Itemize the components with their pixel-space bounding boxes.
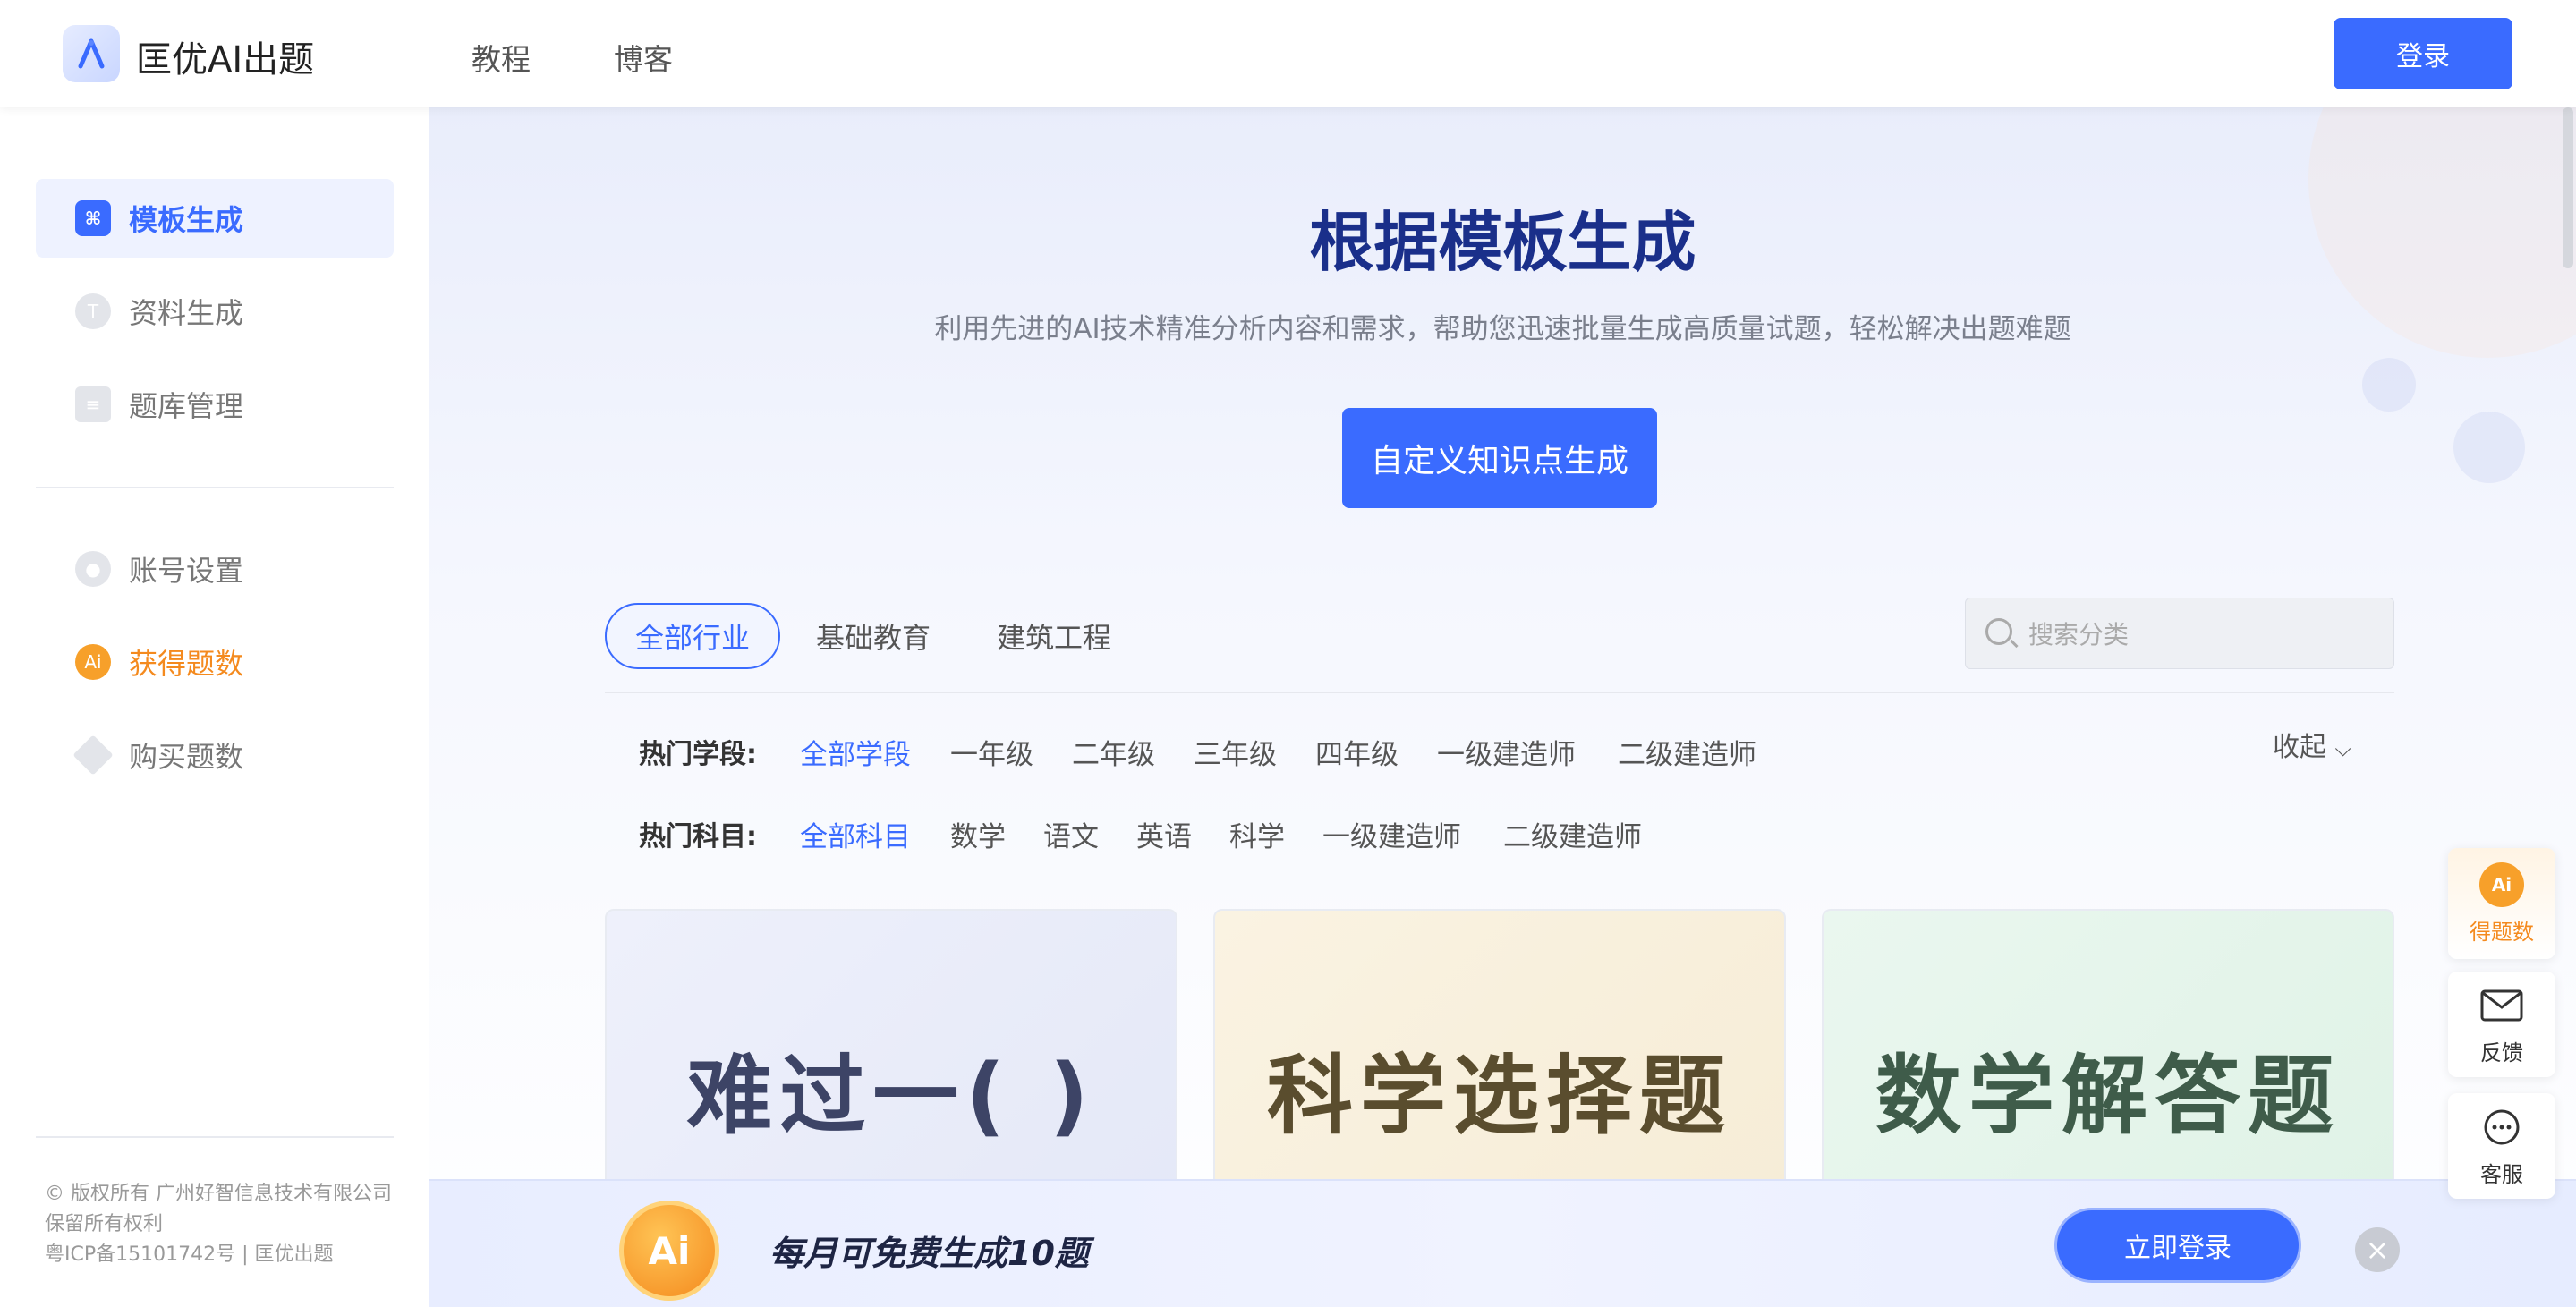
main-content: 根据模板生成 利用先进的AI技术精准分析内容和需求，帮助您迅速批量生成高质量试题… xyxy=(429,107,2576,1307)
rights-text: 保留所有权利 xyxy=(45,1213,164,1235)
nav-blog[interactable]: 博客 xyxy=(614,36,673,79)
search-placeholder: 搜索分类 xyxy=(2028,620,2130,649)
subject-chip[interactable]: 科学 xyxy=(1229,814,1285,854)
nav-tutorial[interactable]: 教程 xyxy=(472,36,531,79)
sidebar-item-buy-questions[interactable]: 购买题数 xyxy=(36,716,394,794)
brand-name[interactable]: 匡优AI出题 xyxy=(136,30,314,82)
login-now-button[interactable]: 立即登录 xyxy=(2054,1208,2301,1283)
subject-chip[interactable]: 英语 xyxy=(1136,814,1192,854)
page-title: 根据模板生成 xyxy=(1309,205,1696,280)
stage-chip[interactable]: 一级建造师 xyxy=(1437,732,1576,772)
sidebar-item-label: 账号设置 xyxy=(129,554,244,588)
card-title: 数学解答题 xyxy=(1875,1045,2341,1146)
promo-banner: Ai 每月可免费生成10题 立即登录 × xyxy=(429,1179,2576,1307)
sidebar-item-label: 购买题数 xyxy=(129,740,244,774)
copyright-text: © 版权所有 广州好智信息技术有限公司 xyxy=(45,1183,392,1205)
stage-chip[interactable]: 三年级 xyxy=(1194,732,1277,772)
diamond-icon xyxy=(72,734,114,776)
card-title: 难过一( ) xyxy=(686,1045,1096,1146)
promo-text: 每月可免费生成10题 xyxy=(769,1234,1089,1273)
sidebar-item-get-questions[interactable]: Ai 获得题数 xyxy=(36,623,394,701)
sidebar-item-template[interactable]: ⌘ 模板生成 xyxy=(36,179,394,258)
sidebar-item-label: 模板生成 xyxy=(129,203,244,237)
ai-coin-icon: Ai xyxy=(619,1201,719,1301)
subject-chip[interactable]: 二级建造师 xyxy=(1503,814,1642,854)
float-support[interactable]: 客服 xyxy=(2448,1093,2555,1199)
chat-icon xyxy=(2479,1105,2524,1150)
stage-chip[interactable]: 全部学段 xyxy=(800,732,911,772)
ai-coin-icon: Ai xyxy=(2479,861,2524,907)
ai-coin-icon: Ai xyxy=(75,644,111,680)
sidebar-item-account[interactable]: ● 账号设置 xyxy=(36,530,394,608)
sidebar-divider xyxy=(36,487,394,488)
stage-chip[interactable]: 四年级 xyxy=(1315,732,1399,772)
decoration xyxy=(2453,412,2525,483)
float-label: 得题数 xyxy=(2470,919,2534,945)
stage-chip[interactable]: 二年级 xyxy=(1072,732,1155,772)
subject-chip[interactable]: 全部科目 xyxy=(800,814,911,854)
sidebar-item-question-bank[interactable]: ≡ 题库管理 xyxy=(36,365,394,444)
card-title: 科学选择题 xyxy=(1267,1045,1732,1146)
scrollbar[interactable] xyxy=(2563,107,2573,268)
close-icon[interactable]: × xyxy=(2355,1227,2400,1272)
sidebar-item-label: 资料生成 xyxy=(129,296,244,330)
sidebar-item-label: 获得题数 xyxy=(129,647,244,681)
tab-basic-education[interactable]: 基础教育 xyxy=(816,603,931,669)
sidebar: ⌘ 模板生成 T 资料生成 ≡ 题库管理 ● 账号设置 Ai 获得题数 购买题数… xyxy=(0,107,429,1307)
user-icon: ● xyxy=(75,551,111,587)
decoration xyxy=(2362,358,2416,412)
footer-divider xyxy=(36,1136,394,1138)
float-feedback[interactable]: 反馈 xyxy=(2448,972,2555,1077)
top-header: 匡优AI出题 教程 博客 登录 xyxy=(0,0,2576,107)
tab-all-industries[interactable]: 全部行业 xyxy=(605,603,781,669)
subject-chip[interactable]: 一级建造师 xyxy=(1322,814,1461,854)
divider xyxy=(605,692,2394,693)
subject-filter-label: 热门科目: xyxy=(639,821,757,853)
search-input[interactable]: 搜索分类 xyxy=(1965,598,2394,669)
float-get-questions[interactable]: Ai 得题数 xyxy=(2448,848,2555,959)
page-subtitle: 利用先进的AI技术精准分析内容和需求，帮助您迅速批量生成高质量试题，轻松解决出题… xyxy=(934,313,2071,345)
icp-text[interactable]: 粤ICP备15101742号 | 匡优出题 xyxy=(45,1240,334,1270)
collapse-toggle[interactable]: 收起 ⌵ xyxy=(2273,725,2351,764)
stage-chip[interactable]: 一年级 xyxy=(950,732,1033,772)
tab-construction[interactable]: 建筑工程 xyxy=(997,603,1111,669)
login-button[interactable]: 登录 xyxy=(2334,18,2512,89)
search-icon xyxy=(1985,618,2012,645)
template-icon: ⌘ xyxy=(75,200,111,236)
text-icon: T xyxy=(75,293,111,329)
sidebar-item-material[interactable]: T 资料生成 xyxy=(36,272,394,351)
custom-knowledge-button[interactable]: 自定义知识点生成 xyxy=(1342,408,1657,508)
sidebar-item-label: 题库管理 xyxy=(129,389,244,423)
subject-chip[interactable]: 语文 xyxy=(1043,814,1099,854)
logo-icon[interactable] xyxy=(63,25,120,82)
stage-chip[interactable]: 二级建造师 xyxy=(1618,732,1756,772)
float-label: 客服 xyxy=(2480,1161,2523,1187)
float-label: 反馈 xyxy=(2480,1040,2523,1065)
collapse-label: 收起 xyxy=(2273,732,2326,763)
subject-chip[interactable]: 数学 xyxy=(950,814,1006,854)
chevron-up-icon: ⌵ xyxy=(2334,736,2351,761)
mail-icon xyxy=(2479,983,2524,1028)
stage-filter-label: 热门学段: xyxy=(639,739,757,770)
list-icon: ≡ xyxy=(75,386,111,422)
